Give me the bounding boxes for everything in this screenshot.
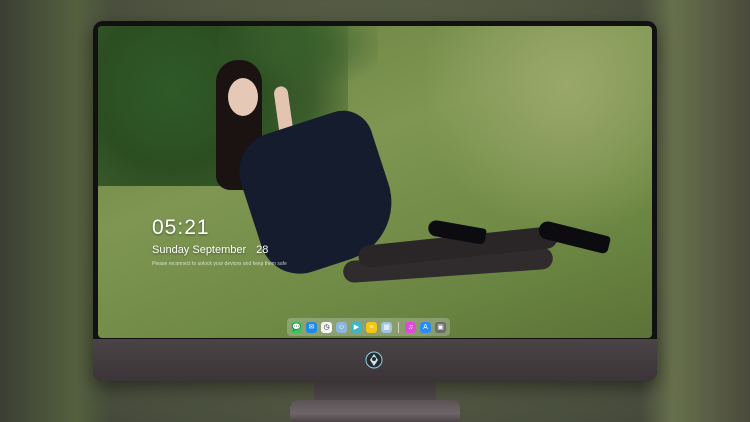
brand-logo-icon bbox=[365, 351, 383, 369]
lockscreen-day: 28 bbox=[256, 244, 269, 256]
video-icon[interactable]: ▶ bbox=[351, 321, 362, 333]
monitor-chin bbox=[93, 339, 657, 381]
lockscreen-weekday-month: Sunday September bbox=[152, 244, 247, 256]
notes-icon[interactable]: ≡ bbox=[366, 321, 377, 333]
wallpaper-figure-face bbox=[228, 78, 258, 116]
monitor-stand-base bbox=[290, 400, 460, 422]
messages-icon[interactable]: 💬 bbox=[291, 321, 302, 333]
lockscreen-date: Sunday September 28 bbox=[152, 244, 268, 256]
lockscreen-clock: 05:21 bbox=[152, 216, 210, 239]
music-icon[interactable]: ♫ bbox=[405, 321, 416, 333]
photos-icon[interactable]: ▦ bbox=[381, 321, 392, 333]
mail-icon[interactable]: ✉ bbox=[306, 321, 317, 333]
screen: 05:21 Sunday September 28 Please reconnec… bbox=[98, 26, 652, 338]
app-store-icon[interactable]: A bbox=[420, 321, 431, 333]
trash-icon[interactable]: ▣ bbox=[435, 321, 446, 333]
dock: 💬 ✉ ◷ ☺ ▶ ≡ ▦ ♫ A ▣ bbox=[287, 318, 450, 336]
monitor: 05:21 Sunday September 28 Please reconnec… bbox=[93, 21, 657, 381]
lockscreen-tagline: Please reconnect to unlock your devices … bbox=[152, 261, 287, 267]
finder-icon[interactable]: ☺ bbox=[336, 321, 347, 333]
dock-separator bbox=[398, 321, 399, 333]
wallpaper-grass bbox=[428, 26, 652, 226]
clock-icon[interactable]: ◷ bbox=[321, 321, 332, 333]
